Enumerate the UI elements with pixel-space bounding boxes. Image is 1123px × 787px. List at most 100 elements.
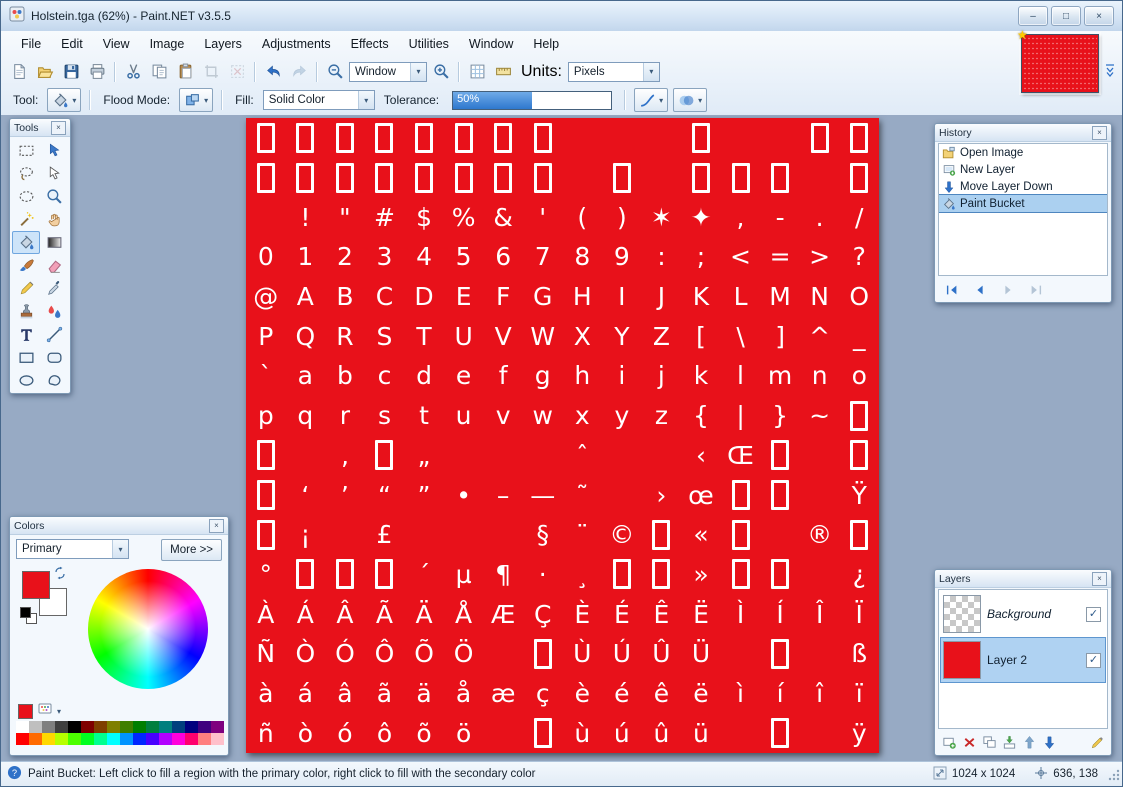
palette-swatch[interactable] (42, 721, 55, 733)
flood-mode-button[interactable]: ▾ (179, 88, 214, 112)
palette-swatch[interactable] (146, 721, 159, 733)
zoom-mode-dropdown[interactable]: Window ▾ (349, 61, 427, 82)
resize-grip-icon[interactable] (1107, 768, 1121, 785)
image-list-thumbnail[interactable]: ★ (1017, 28, 1099, 93)
tools-palette-titlebar[interactable]: Tools × (10, 119, 70, 137)
tool-rectangle[interactable] (12, 346, 40, 369)
palette-swatch[interactable] (55, 721, 68, 733)
canvas[interactable]: ! " # $% & ' () ✶ ✦, -. / 0 1 2 3 4 5 6 7 8 9:; < = >? @ A B C D E F G H… (246, 118, 879, 753)
close-icon[interactable]: × (1092, 571, 1107, 586)
layer-row-background[interactable]: Background ✓ (941, 592, 1105, 636)
layer-visibility-checkbox[interactable]: ✓ (1086, 652, 1101, 668)
palette-menu-arrow-icon[interactable]: ▾ (57, 707, 61, 716)
tool-paint-bucket[interactable] (12, 231, 40, 254)
color-mode-dropdown[interactable]: Primary ▾ (16, 539, 129, 559)
default-black-swatch[interactable] (20, 607, 31, 618)
history-fast-forward-button[interactable] (1027, 282, 1045, 298)
deselect-button[interactable] (225, 60, 249, 83)
palette-swatch[interactable] (185, 721, 198, 733)
palette-swatch[interactable] (172, 733, 185, 745)
blend-mode-button[interactable]: ▾ (673, 88, 708, 112)
palette-swatch[interactable] (146, 733, 159, 745)
layer-visibility-checkbox[interactable]: ✓ (1086, 606, 1101, 622)
open-button[interactable] (33, 60, 57, 83)
delete-layer-button[interactable] (960, 733, 978, 751)
tool-text[interactable] (12, 323, 40, 346)
close-icon[interactable]: × (51, 120, 66, 135)
primary-color-swatch[interactable] (22, 571, 50, 599)
layers-palette-titlebar[interactable]: Layers × (935, 570, 1111, 588)
undo-button[interactable] (261, 60, 285, 83)
palette-swatch[interactable] (198, 721, 211, 733)
palette-swatch[interactable] (211, 721, 224, 733)
history-redo-button[interactable] (999, 282, 1017, 298)
toggle-rulers-button[interactable] (491, 60, 515, 83)
more-colors-button[interactable]: More >> (161, 539, 222, 561)
swap-colors-icon[interactable] (53, 566, 67, 585)
palette-swatch[interactable] (29, 733, 42, 745)
tool-ellipse[interactable] (12, 369, 40, 392)
tool-lasso-select[interactable] (12, 162, 40, 185)
cut-button[interactable] (121, 60, 145, 83)
history-item-move-layer-down[interactable]: Move Layer Down (939, 178, 1107, 195)
add-layer-button[interactable] (940, 733, 958, 751)
palette-swatch[interactable] (107, 721, 120, 733)
menu-item-help[interactable]: Help (523, 31, 569, 57)
zoom-out-button[interactable] (323, 60, 347, 83)
tool-clone-stamp[interactable] (12, 300, 40, 323)
menu-item-image[interactable]: Image (140, 31, 195, 57)
tool-rectangle-select[interactable] (12, 139, 40, 162)
tool-move-selected-pixels[interactable] (40, 139, 68, 162)
copy-button[interactable] (147, 60, 171, 83)
duplicate-layer-button[interactable] (980, 733, 998, 751)
palette-swatch[interactable] (159, 721, 172, 733)
menu-item-utilities[interactable]: Utilities (399, 31, 459, 57)
menu-item-effects[interactable]: Effects (341, 31, 399, 57)
tool-color-picker[interactable] (40, 277, 68, 300)
tolerance-slider[interactable]: 50% (452, 90, 613, 110)
tool-eraser[interactable] (40, 254, 68, 277)
palette-menu-icon[interactable] (37, 701, 53, 722)
palette-swatch[interactable] (94, 721, 107, 733)
menu-item-window[interactable]: Window (459, 31, 523, 57)
zoom-in-button[interactable] (429, 60, 453, 83)
palette-swatch[interactable] (185, 733, 198, 745)
tool-gradient[interactable] (40, 231, 68, 254)
title-bar[interactable]: Holstein.tga (62%) - Paint.NET v3.5.5 – □… (1, 1, 1122, 32)
toggle-grid-button[interactable] (465, 60, 489, 83)
palette-swatch[interactable] (211, 733, 224, 745)
palette-swatch[interactable] (133, 721, 146, 733)
tool-ellipse-select[interactable] (12, 185, 40, 208)
menu-item-adjustments[interactable]: Adjustments (252, 31, 341, 57)
history-item-new-layer[interactable]: New Layer (939, 161, 1107, 178)
palette-swatch[interactable] (120, 733, 133, 745)
palette-swatch[interactable] (81, 721, 94, 733)
tool-pan[interactable] (40, 208, 68, 231)
history-rewind-button[interactable] (943, 282, 961, 298)
color-wheel[interactable] (88, 569, 208, 689)
image-list-chevron-button[interactable] (1102, 61, 1118, 81)
palette-swatch[interactable] (55, 733, 68, 745)
merge-layer-down-button[interactable] (1000, 733, 1018, 751)
palette-swatch[interactable] (159, 733, 172, 745)
new-button[interactable] (7, 60, 31, 83)
tool-line-curve[interactable] (40, 323, 68, 346)
palette-swatch[interactable] (133, 733, 146, 745)
layer-row-layer-2[interactable]: Layer 2 ✓ (940, 637, 1106, 683)
palette-swatch[interactable] (29, 721, 42, 733)
print-button[interactable] (85, 60, 109, 83)
tool-recolor[interactable] (40, 300, 68, 323)
tool-pencil[interactable] (12, 277, 40, 300)
palette-swatch[interactable] (68, 721, 81, 733)
history-item-paint-bucket[interactable]: Paint Bucket (939, 194, 1107, 213)
tool-zoom[interactable] (40, 185, 68, 208)
palette-swatch[interactable] (42, 733, 55, 745)
tool-paintbrush[interactable] (12, 254, 40, 277)
move-layer-up-button[interactable] (1020, 733, 1038, 751)
palette-swatch[interactable] (107, 733, 120, 745)
maximize-button[interactable]: □ (1051, 6, 1081, 26)
colors-palette-titlebar[interactable]: Colors × (10, 517, 228, 535)
history-item-open-image[interactable]: Open Image (939, 144, 1107, 161)
layer-properties-button[interactable] (1088, 733, 1106, 751)
palette-swatch[interactable] (198, 733, 211, 745)
